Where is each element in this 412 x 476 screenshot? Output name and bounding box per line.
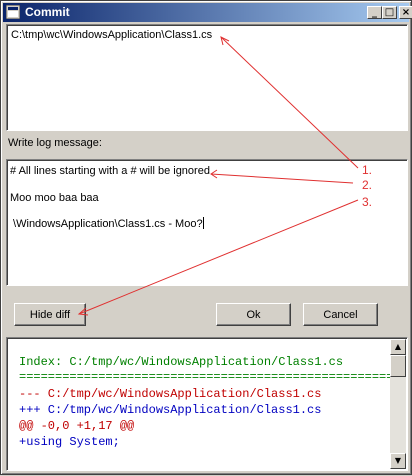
- message-line-3: \WindowsApplication\Class1.cs - Moo?: [10, 217, 204, 230]
- text-caret: [202, 217, 204, 229]
- close-button[interactable]: ×: [399, 6, 412, 19]
- scroll-up-arrow-icon[interactable]: ▲: [390, 339, 406, 355]
- diff-line-added: +using System;: [19, 435, 120, 449]
- window-title: Commit: [25, 5, 70, 19]
- diff-line-new-file: +++ C:/tmp/wc/WindowsApplication/Class1.…: [19, 403, 322, 417]
- hide-diff-button[interactable]: Hide diff: [14, 303, 86, 326]
- message-line-1: # All lines starting with a # will be ig…: [10, 165, 210, 177]
- cancel-button[interactable]: Cancel: [303, 303, 378, 326]
- diff-line-separator: ========================================…: [19, 370, 394, 384]
- message-line-2: Moo moo baa baa: [10, 192, 99, 204]
- diff-vertical-scrollbar[interactable]: ▲ ▼: [390, 339, 406, 469]
- title-bar[interactable]: Commit _ □ ×: [3, 3, 412, 22]
- diff-line-old-file: --- C:/tmp/wc/WindowsApplication/Class1.…: [19, 387, 322, 401]
- annotation-number-2: 2.: [362, 178, 373, 192]
- changed-files-list[interactable]: C:\tmp\wc\WindowsApplication\Class1.cs: [6, 24, 408, 131]
- log-message-label: Write log message:: [8, 137, 102, 149]
- minimize-button[interactable]: _: [367, 6, 382, 19]
- annotation-number-3: 3.: [362, 195, 373, 209]
- scroll-down-arrow-icon[interactable]: ▼: [390, 453, 406, 469]
- maximize-button[interactable]: □: [382, 6, 397, 19]
- app-icon: [6, 5, 20, 19]
- scroll-thumb[interactable]: [390, 355, 406, 377]
- file-list-item[interactable]: C:\tmp\wc\WindowsApplication\Class1.cs: [11, 29, 212, 41]
- diff-line-index: Index: C:/tmp/wc/WindowsApplication/Clas…: [19, 355, 344, 369]
- diff-view[interactable]: Index: C:/tmp/wc/WindowsApplication/Clas…: [6, 337, 408, 471]
- ok-button[interactable]: Ok: [216, 303, 291, 326]
- annotation-number-1: 1.: [362, 163, 373, 177]
- commit-window: Commit _ □ × C:\tmp\wc\WindowsApplicatio…: [0, 0, 412, 475]
- annotation-numbers: 1. 2. 3.: [331, 161, 381, 211]
- diff-line-hunk: @@ -0,0 +1,17 @@: [19, 419, 135, 433]
